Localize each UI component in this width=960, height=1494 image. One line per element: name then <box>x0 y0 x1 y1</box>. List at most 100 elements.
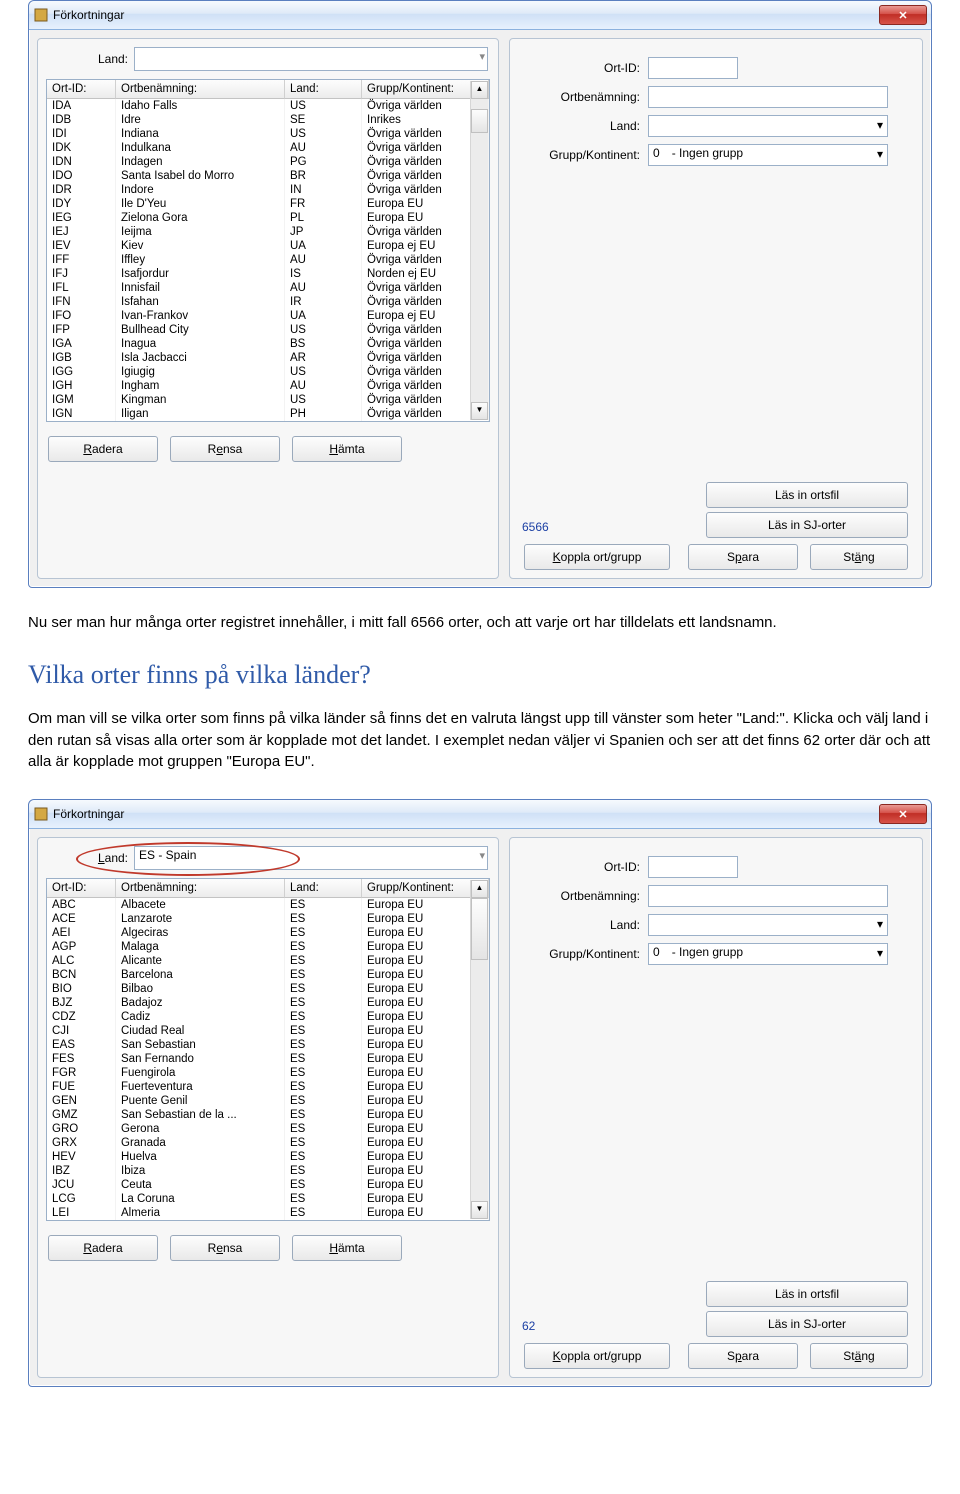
table-row[interactable]: IDNIndagenPGÖvriga världen <box>47 155 489 169</box>
col-land[interactable]: Land: <box>285 879 362 898</box>
stang-button[interactable]: Stäng <box>810 544 908 570</box>
table-row[interactable]: CJICiudad RealESEuropa EU <box>47 1024 489 1038</box>
table-row[interactable]: IDAIdaho FallsUSÖvriga världen <box>47 99 489 113</box>
lbl-land: Land: <box>528 119 648 133</box>
table-row[interactable]: IEGZielona GoraPLEuropa EU <box>47 211 489 225</box>
table-row[interactable]: IGMKingmanUSÖvriga världen <box>47 393 489 407</box>
table-row[interactable]: IGHInghamAUÖvriga världen <box>47 379 489 393</box>
cell-id: EAS <box>47 1038 116 1052</box>
table-row[interactable]: EASSan SebastianESEuropa EU <box>47 1038 489 1052</box>
scroll-up-icon[interactable]: ▲ <box>471 880 488 898</box>
scroll-up-icon[interactable]: ▲ <box>471 81 488 99</box>
stang-button[interactable]: Stäng <box>810 1343 908 1369</box>
rensa-button[interactable]: Rensa <box>170 1235 280 1261</box>
table-row[interactable]: FUEFuerteventuraESEuropa EU <box>47 1080 489 1094</box>
table-row[interactable]: FESSan FernandoESEuropa EU <box>47 1052 489 1066</box>
input-grupp[interactable]: 0 - Ingen grupp ▾ <box>648 943 888 965</box>
cell-name: Granada <box>116 1136 285 1150</box>
koppla-button[interactable]: Koppla ort/grupp <box>524 1343 670 1369</box>
table-row[interactable]: FGRFuengirolaESEuropa EU <box>47 1066 489 1080</box>
table-row[interactable]: IFOIvan-FrankovUAEuropa ej EU <box>47 309 489 323</box>
table-row[interactable]: GROGeronaESEuropa EU <box>47 1122 489 1136</box>
col-ortben[interactable]: Ortbenämning: <box>116 80 285 99</box>
table-row[interactable]: IBZIbizaESEuropa EU <box>47 1164 489 1178</box>
scroll-down-icon[interactable]: ▼ <box>471 1201 488 1219</box>
table-row[interactable]: CDZCadizESEuropa EU <box>47 1010 489 1024</box>
table-row[interactable]: HEVHuelvaESEuropa EU <box>47 1150 489 1164</box>
table-row[interactable]: IDYIle D'YeuFREuropa EU <box>47 197 489 211</box>
scrollbar[interactable]: ▲ ▼ <box>470 81 488 420</box>
scrollbar[interactable]: ▲ ▼ <box>470 880 488 1219</box>
input-ortid[interactable] <box>648 856 738 878</box>
col-ortid[interactable]: Ort-ID: <box>47 879 116 898</box>
table-row[interactable]: BIOBilbaoESEuropa EU <box>47 982 489 996</box>
col-ortben[interactable]: Ortbenämning: <box>116 879 285 898</box>
table-row[interactable]: IDBIdreSEInrikes <box>47 113 489 127</box>
table-row[interactable]: AEIAlgecirasESEuropa EU <box>47 926 489 940</box>
table-row[interactable]: IGBIsla JacbacciARÖvriga världen <box>47 351 489 365</box>
table-row[interactable]: IEJIeijmaJPÖvriga världen <box>47 225 489 239</box>
land-combo[interactable]: ES - Spain▾ <box>134 846 488 870</box>
close-button[interactable]: ✕ <box>879 5 927 25</box>
rensa-button[interactable]: Rensa <box>170 436 280 462</box>
koppla-button[interactable]: Koppla ort/grupp <box>524 544 670 570</box>
hamta-button[interactable]: Hämta <box>292 436 402 462</box>
lasin-ortsfil-button[interactable]: Läs in ortsfil <box>706 482 908 508</box>
table-row[interactable]: LCGLa CorunaESEuropa EU <box>47 1192 489 1206</box>
table-row[interactable]: IGNIliganPHÖvriga världen <box>47 407 489 421</box>
ort-list[interactable]: Ort-ID: Ortbenämning: Land: Grupp/Kontin… <box>46 878 490 1221</box>
table-row[interactable]: GMZSan Sebastian de la ...ESEuropa EU <box>47 1108 489 1122</box>
table-row[interactable]: ALCAlicanteESEuropa EU <box>47 954 489 968</box>
table-row[interactable]: IFFIffleyAUÖvriga världen <box>47 253 489 267</box>
table-row[interactable]: ABCAlbaceteESEuropa EU <box>47 898 489 912</box>
table-row[interactable]: IGAInaguaBSÖvriga världen <box>47 337 489 351</box>
table-row[interactable]: IDKIndulkanaAUÖvriga världen <box>47 141 489 155</box>
cell-name: Barcelona <box>116 968 285 982</box>
scroll-thumb[interactable] <box>471 109 488 133</box>
close-button[interactable]: ✕ <box>879 804 927 824</box>
table-row[interactable]: ACELanzaroteESEuropa EU <box>47 912 489 926</box>
col-ortid[interactable]: Ort-ID: <box>47 80 116 99</box>
spara-button[interactable]: Spara <box>688 544 798 570</box>
table-row[interactable]: BJZBadajozESEuropa EU <box>47 996 489 1010</box>
col-land[interactable]: Land: <box>285 80 362 99</box>
table-row[interactable]: IDRIndoreINÖvriga världen <box>47 183 489 197</box>
table-row[interactable]: GENPuente GenilESEuropa EU <box>47 1094 489 1108</box>
table-row[interactable]: GRXGranadaESEuropa EU <box>47 1136 489 1150</box>
spara-button[interactable]: Spara <box>688 1343 798 1369</box>
table-row[interactable]: IGGIgiugigUSÖvriga världen <box>47 365 489 379</box>
table-row[interactable]: IDIIndianaUSÖvriga världen <box>47 127 489 141</box>
lasin-ortsfil-button[interactable]: Läs in ortsfil <box>706 1281 908 1307</box>
table-row[interactable]: AGPMalagaESEuropa EU <box>47 940 489 954</box>
table-row[interactable]: IFPBullhead CityUSÖvriga världen <box>47 323 489 337</box>
radera-button[interactable]: Radera <box>48 1235 158 1261</box>
table-row[interactable]: IFJIsafjordurISNorden ej EU <box>47 267 489 281</box>
table-row[interactable]: BCNBarcelonaESEuropa EU <box>47 968 489 982</box>
window-title: Förkortningar <box>53 8 879 22</box>
lasin-sj-button[interactable]: Läs in SJ-orter <box>706 1311 908 1337</box>
hamta-button[interactable]: Hämta <box>292 1235 402 1261</box>
cell-land: AU <box>285 141 362 155</box>
cell-id: GRX <box>47 1136 116 1150</box>
table-row[interactable]: LEIAlmeriaESEuropa EU <box>47 1206 489 1220</box>
input-land[interactable]: ▾ <box>648 914 888 936</box>
land-combo[interactable]: ▾ <box>134 47 488 71</box>
scroll-thumb[interactable] <box>471 898 488 960</box>
input-ortben[interactable] <box>648 885 888 907</box>
radera-button[interactable]: Radera <box>48 436 158 462</box>
ort-list[interactable]: Ort-ID: Ortbenämning: Land: Grupp/Kontin… <box>46 79 490 422</box>
lasin-sj-button[interactable]: Läs in SJ-orter <box>706 512 908 538</box>
table-row[interactable]: IFLInnisfailAUÖvriga världen <box>47 281 489 295</box>
cell-land: PH <box>285 407 362 421</box>
table-row[interactable]: JCUCeutaESEuropa EU <box>47 1178 489 1192</box>
scroll-down-icon[interactable]: ▼ <box>471 402 488 420</box>
table-row[interactable]: IEVKievUAEuropa ej EU <box>47 239 489 253</box>
table-row[interactable]: IFNIsfahanIRÖvriga världen <box>47 295 489 309</box>
cell-id: IFO <box>47 309 116 323</box>
prose-paragraph-2: Om man vill se vilka orter som finns på … <box>28 708 932 773</box>
input-ortid[interactable] <box>648 57 738 79</box>
table-row[interactable]: IDOSanta Isabel do MorroBRÖvriga världen <box>47 169 489 183</box>
input-grupp[interactable]: 0 - Ingen grupp ▾ <box>648 144 888 166</box>
input-land[interactable]: ▾ <box>648 115 888 137</box>
input-ortben[interactable] <box>648 86 888 108</box>
